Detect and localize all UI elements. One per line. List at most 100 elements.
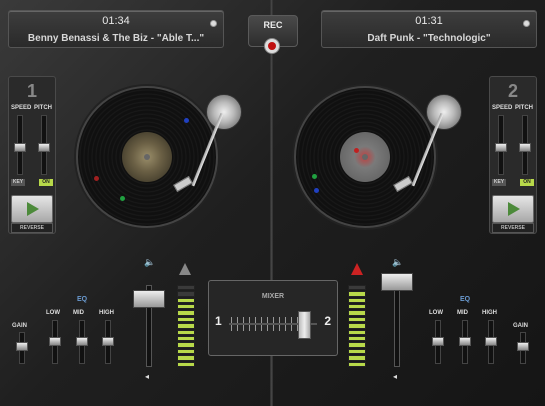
cue-marker [184,118,189,123]
deck-right-platter[interactable] [294,86,436,228]
dj-app: 01:34 Benny Benassi & The Biz - "Able T.… [0,0,545,406]
meter-segment [177,316,195,323]
cue-marker [94,176,99,181]
mid-label: MID [457,310,468,316]
warning-icon [179,263,191,275]
low-label: LOW [46,310,60,316]
eq-title: EQ [77,296,88,303]
level-meter-right [348,284,366,367]
deck-left-display: 01:34 Benny Benassi & The Biz - "Able T.… [8,10,224,48]
deck-left-platter[interactable] [76,86,218,228]
speaker-icon: 🔈 [392,257,404,267]
speaker-low-icon: ◂ [145,372,150,381]
high-label: HIGH [482,310,497,316]
cue-marker [354,148,359,153]
speed-label: SPEED [11,105,32,111]
gain-label: GAIN [12,323,27,329]
spindle [362,154,368,160]
rec-label: REC [263,20,283,30]
deck-left-time: 01:34 [102,15,130,27]
pitch-slider-handle[interactable] [519,143,531,152]
mixer-title: MIXER [261,293,285,300]
mid-handle[interactable] [459,337,471,346]
deck-right-indicator[interactable] [523,20,530,27]
meter-segment [177,323,195,329]
play-button[interactable] [492,195,534,223]
eq-title: EQ [460,296,471,303]
mixer-channel-2: 2 [324,314,331,328]
meter-segment [348,304,366,310]
meter-segment [348,329,366,336]
deck-right-controls: 2 SPEED PITCH KEY ON REVERSE [489,76,537,234]
mid-label: MID [73,310,84,316]
meter-segment [177,342,195,348]
high-handle[interactable] [102,337,114,346]
reverse-button[interactable]: REVERSE [492,223,534,233]
meter-segment [177,355,195,361]
cue-marker [314,188,319,193]
spindle [144,154,150,160]
meter-segment [348,348,366,355]
meter-segment [348,297,366,304]
speed-slider-handle[interactable] [495,143,507,152]
deck-right-tonearm-base[interactable] [426,94,462,130]
pitch-label: PITCH [515,105,533,111]
meter-segment [177,361,195,367]
meter-segment [177,284,195,291]
warning-icon [351,263,363,275]
deck-right-time: 01:31 [415,15,443,27]
speaker-low-icon: ◂ [393,372,398,381]
level-meter-left [177,284,195,367]
high-label: HIGH [99,310,114,316]
key-button[interactable]: KEY [11,179,25,186]
deck-left-controls: 1 SPEED PITCH KEY ON REVERSE [8,76,56,234]
speed-slider-handle[interactable] [14,143,26,152]
key-button[interactable]: KEY [492,179,506,186]
pitch-label: PITCH [34,105,52,111]
on-button[interactable]: ON [520,179,534,186]
volume-right-track[interactable] [394,285,400,367]
deck-right-number: 2 [507,81,518,101]
meter-segment [348,316,366,323]
meter-segment [348,336,366,342]
speed-label: SPEED [492,105,513,111]
low-handle[interactable] [49,337,61,346]
mixer-channel-1: 1 [215,314,222,328]
record-icon[interactable] [264,38,280,54]
reverse-button[interactable]: REVERSE [11,223,53,233]
crossfader-handle[interactable] [297,311,311,339]
cue-marker [312,174,317,179]
high-handle[interactable] [485,337,497,346]
meter-segment [177,291,195,297]
meter-segment [348,361,366,367]
low-label: LOW [429,310,443,316]
pitch-slider-handle[interactable] [38,143,50,152]
speaker-icon: 🔈 [144,257,156,267]
meter-segment [177,348,195,355]
meter-segment [348,323,366,329]
meter-segment [177,329,195,336]
gain-handle[interactable] [517,342,529,351]
meter-segment [348,284,366,291]
deck-right-track: Daft Punk - "Technologic" [367,33,491,44]
meter-segment [348,342,366,348]
gain-handle[interactable] [16,342,28,351]
meter-segment [177,336,195,342]
meter-segment [177,304,195,310]
deck-right-display: 01:31 Daft Punk - "Technologic" [321,10,537,48]
volume-left-handle[interactable] [133,290,165,308]
play-button[interactable] [11,195,53,223]
deck-left-number: 1 [26,81,37,101]
volume-right-handle[interactable] [381,273,413,291]
cue-marker [120,196,125,201]
deck-left-indicator[interactable] [210,20,217,27]
deck-left-track: Benny Benassi & The Biz - "Able T..." [27,33,205,44]
deck-left-tonearm-base[interactable] [206,94,242,130]
meter-segment [177,310,195,316]
mid-handle[interactable] [76,337,88,346]
low-handle[interactable] [432,337,444,346]
mixer-panel: MIXER 1 2 [208,280,338,356]
on-button[interactable]: ON [39,179,53,186]
meter-segment [348,291,366,297]
meter-segment [177,297,195,304]
